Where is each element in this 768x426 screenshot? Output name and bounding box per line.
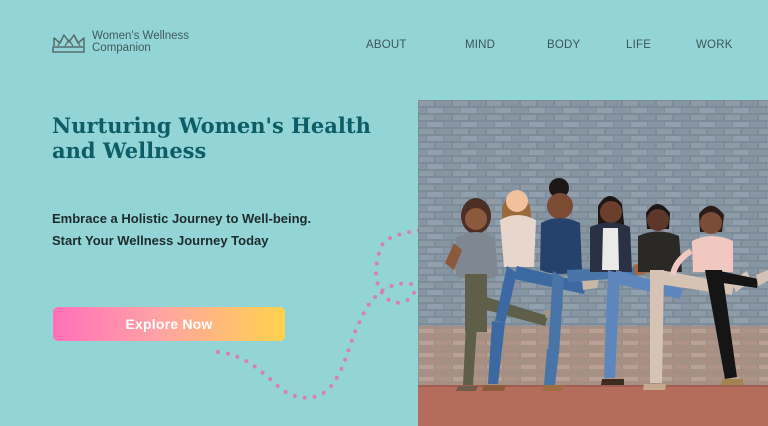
nav-work[interactable]: WORK [696, 39, 733, 51]
hero-image-women-group [418, 100, 768, 426]
group-photo-illustration [418, 100, 768, 426]
nav-body[interactable]: BODY [547, 39, 580, 51]
top-navigation: ABOUT MIND BODY LIFE WORK [0, 39, 768, 55]
decorative-dotted-path [216, 228, 422, 400]
landing-page: Women's Wellness Companion ABOUT MIND BO… [0, 0, 768, 426]
nav-mind[interactable]: MIND [465, 39, 495, 51]
hero-title: Nurturing Women's Health and Wellness [52, 113, 371, 163]
nav-about[interactable]: ABOUT [366, 39, 407, 51]
nav-life[interactable]: LIFE [626, 39, 651, 51]
